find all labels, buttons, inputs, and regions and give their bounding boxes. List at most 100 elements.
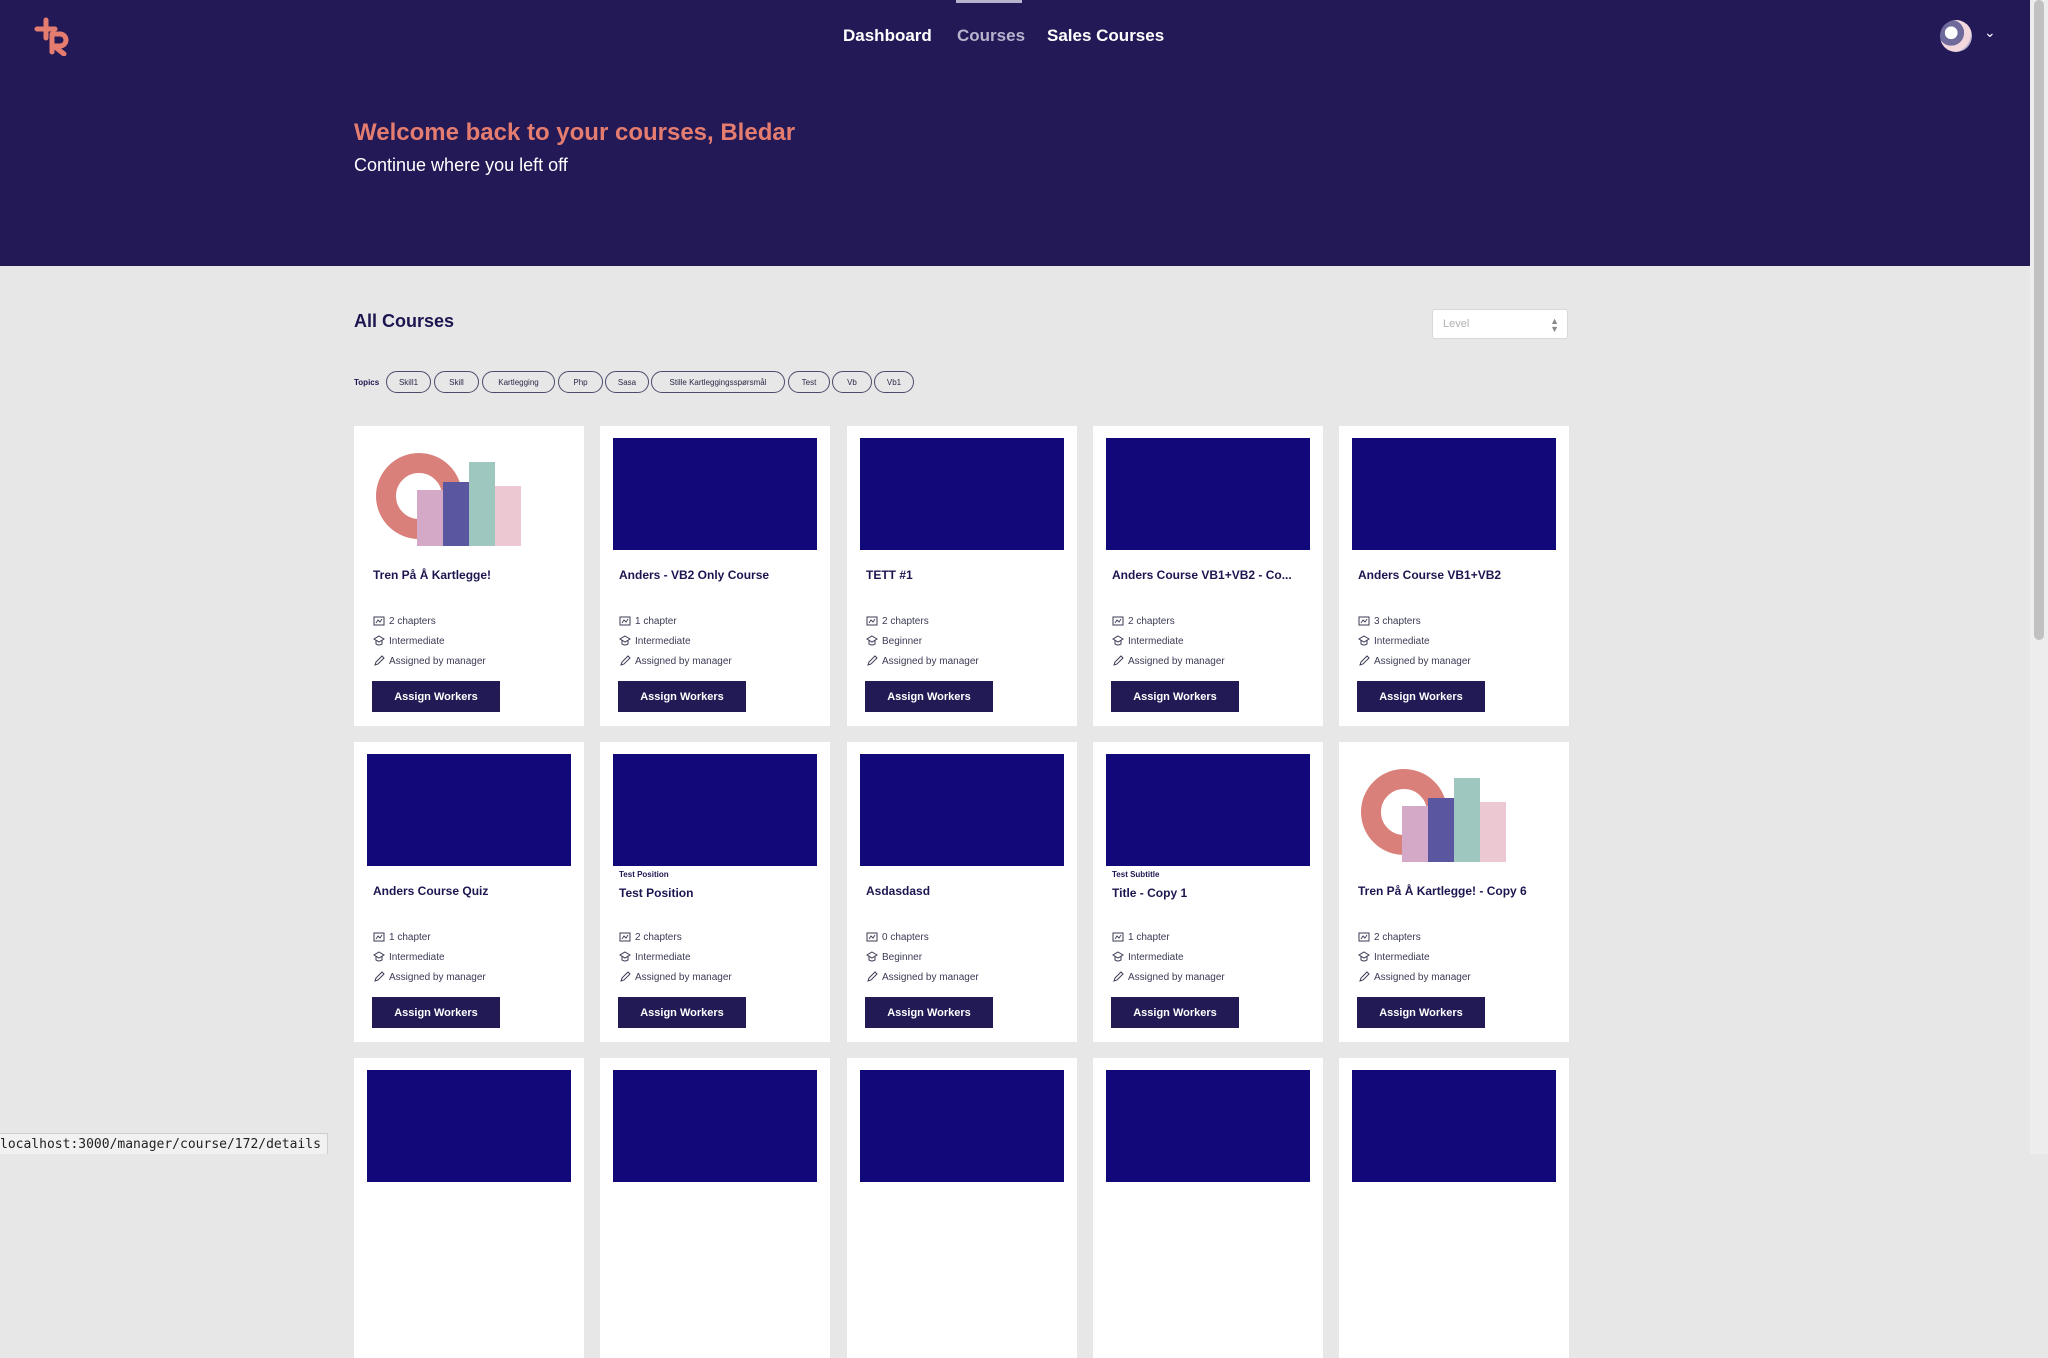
level-badge-icon: [1112, 635, 1124, 647]
course-assigned-text: Assigned by manager: [635, 655, 732, 667]
assign-workers-button[interactable]: Assign Workers: [865, 997, 993, 1028]
assign-workers-button[interactable]: Assign Workers: [1357, 997, 1485, 1028]
course-title: Tren På Å Kartlegge! - Copy 6: [1358, 884, 1527, 898]
topic-chip[interactable]: Skill1: [386, 371, 431, 393]
level-badge-icon: [1358, 635, 1370, 647]
assign-workers-button[interactable]: Assign Workers: [1111, 997, 1239, 1028]
topic-chip[interactable]: Vb1: [874, 371, 914, 393]
course-card[interactable]: [1339, 1058, 1569, 1358]
nav-dashboard[interactable]: Dashboard: [843, 26, 932, 46]
course-card[interactable]: Anders - VB2 Only Course 1 chapter Interme…: [600, 426, 830, 726]
course-assigned: Assigned by manager: [373, 655, 486, 667]
course-assigned-text: Assigned by manager: [1374, 655, 1471, 667]
book-icon: [1358, 931, 1370, 943]
select-arrows-icon: ▲ ▼: [1550, 316, 1559, 334]
topic-chip[interactable]: Skill: [434, 371, 479, 393]
course-card[interactable]: Test Position Test Position 2 chapters Inte…: [600, 742, 830, 1042]
course-assigned-text: Assigned by manager: [1374, 971, 1471, 983]
assign-workers-button[interactable]: Assign Workers: [372, 681, 500, 712]
topic-chip[interactable]: Sasa: [605, 371, 649, 393]
course-assigned-text: Assigned by manager: [1128, 971, 1225, 983]
course-thumbnail: [1352, 754, 1556, 866]
pencil-icon: [1112, 971, 1124, 983]
course-card[interactable]: [1093, 1058, 1323, 1358]
course-card[interactable]: [847, 1058, 1077, 1358]
course-assigned-text: Assigned by manager: [882, 655, 979, 667]
course-card[interactable]: Tren På Å Kartlegge! 2 chapters Intermedia…: [354, 426, 584, 726]
course-level-text: Intermediate: [635, 635, 691, 647]
book-icon: [373, 931, 385, 943]
nav-courses[interactable]: Courses: [957, 26, 1025, 46]
level-badge-icon: [866, 951, 878, 963]
course-card[interactable]: [600, 1058, 830, 1358]
course-thumbnail: [367, 438, 571, 550]
pencil-icon: [619, 971, 631, 983]
course-chapters: 0 chapters: [866, 931, 929, 943]
course-chapters: 1 chapter: [619, 615, 677, 627]
course-chapters: 1 chapter: [373, 931, 431, 943]
course-card[interactable]: TETT #1 2 chapters Beginner Assigned by man…: [847, 426, 1077, 726]
topic-chip[interactable]: Stille Kartleggingsspørsmål: [651, 371, 785, 393]
page-scrollbar-thumb[interactable]: [2034, 0, 2044, 640]
course-level: Intermediate: [373, 951, 445, 963]
course-level-text: Intermediate: [1374, 951, 1430, 963]
course-thumbnail: [613, 1070, 817, 1182]
topic-chip[interactable]: Test: [788, 371, 830, 393]
course-assigned: Assigned by manager: [373, 971, 486, 983]
course-card[interactable]: [354, 1058, 584, 1358]
course-level: Intermediate: [1358, 635, 1430, 647]
topic-chip[interactable]: Kartlegging: [482, 371, 555, 393]
course-chapters-text: 1 chapter: [635, 615, 677, 627]
user-avatar[interactable]: [1940, 20, 1972, 52]
assign-workers-button[interactable]: Assign Workers: [1111, 681, 1239, 712]
assign-workers-button[interactable]: Assign Workers: [372, 997, 500, 1028]
level-badge-icon: [619, 635, 631, 647]
course-card[interactable]: Anders Course Quiz 1 chapter Intermediate A…: [354, 742, 584, 1042]
course-subtitle: Test Subtitle: [1112, 870, 1160, 879]
course-level-text: Intermediate: [1374, 635, 1430, 647]
level-badge-icon: [866, 635, 878, 647]
topic-chip[interactable]: Php: [558, 371, 603, 393]
assign-workers-button[interactable]: Assign Workers: [1357, 681, 1485, 712]
pencil-icon: [373, 971, 385, 983]
course-card[interactable]: Test Subtitle Title - Copy 1 1 chapter Inte…: [1093, 742, 1323, 1042]
course-chapters: 2 chapters: [1358, 931, 1421, 943]
topic-chip[interactable]: Vb: [832, 371, 872, 393]
book-icon: [619, 931, 631, 943]
course-assigned-text: Assigned by manager: [389, 655, 486, 667]
course-assigned-text: Assigned by manager: [882, 971, 979, 983]
course-assigned: Assigned by manager: [1358, 655, 1471, 667]
course-thumbnail: [1352, 438, 1556, 550]
course-thumbnail: [367, 754, 571, 866]
welcome-subtitle: Continue where you left off: [354, 155, 568, 175]
book-icon: [619, 615, 631, 627]
course-level-text: Beginner: [882, 951, 923, 963]
course-chapters-text: 1 chapter: [389, 931, 431, 943]
course-thumbnail: [860, 438, 1064, 550]
course-card[interactable]: Tren På Å Kartlegge! - Copy 6 2 chapters I…: [1339, 742, 1569, 1042]
course-title: Asdasdasd: [866, 884, 931, 898]
level-select[interactable]: Level ▲ ▼: [1432, 309, 1568, 339]
chevron-down-icon[interactable]: ⌄: [1984, 24, 1996, 41]
course-chapters: 1 chapter: [1112, 931, 1170, 943]
course-chapters: 2 chapters: [1112, 615, 1175, 627]
assign-workers-button[interactable]: Assign Workers: [618, 681, 746, 712]
course-assigned: Assigned by manager: [866, 971, 979, 983]
course-assigned: Assigned by manager: [866, 655, 979, 667]
course-chapters-text: 3 chapters: [1374, 615, 1421, 627]
assign-workers-button[interactable]: Assign Workers: [618, 997, 746, 1028]
course-card[interactable]: Asdasdasd 0 chapters Beginner Assigned by m…: [847, 742, 1077, 1042]
course-level: Intermediate: [619, 951, 691, 963]
course-assigned: Assigned by manager: [619, 655, 732, 667]
course-card[interactable]: Anders Course VB1+VB2 - Co... 2 chapters I…: [1093, 426, 1323, 726]
pencil-icon: [1358, 971, 1370, 983]
assign-workers-button[interactable]: Assign Workers: [865, 681, 993, 712]
course-subtitle: Test Position: [619, 870, 669, 879]
nav-sales-courses[interactable]: Sales Courses: [1047, 26, 1164, 46]
course-card[interactable]: Anders Course VB1+VB2 3 chapters Intermedi…: [1339, 426, 1569, 726]
level-badge-icon: [373, 635, 385, 647]
hero-header: Dashboard Courses Sales Courses ⌄ Welcom…: [0, 0, 2030, 266]
pencil-icon: [619, 655, 631, 667]
level-badge-icon: [1358, 951, 1370, 963]
course-level: Intermediate: [1358, 951, 1430, 963]
